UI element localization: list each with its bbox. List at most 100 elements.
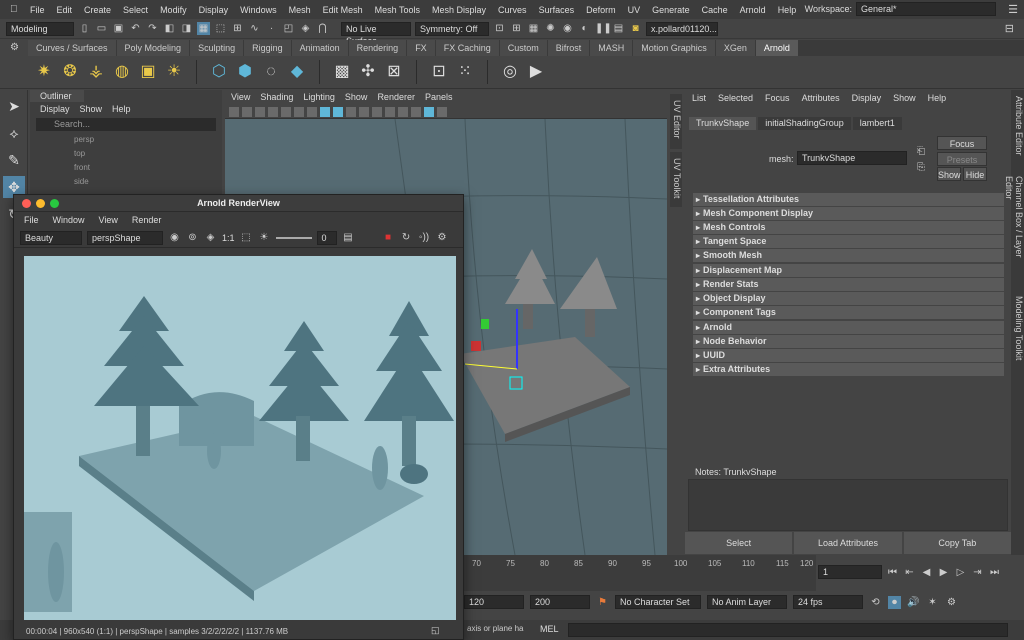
ae-menu-list[interactable]: List	[692, 90, 706, 106]
display-settings-icon[interactable]: ◉	[168, 231, 181, 244]
section-component-tags[interactable]: Component Tags	[693, 306, 1004, 319]
stop-render-icon[interactable]: ■	[382, 231, 395, 244]
flush-all-icon[interactable]: ⊠	[384, 62, 404, 82]
render-frame-icon[interactable]: ⊞	[510, 22, 523, 35]
snap-grid-icon[interactable]: ⊞	[231, 22, 244, 35]
step-forward-icon[interactable]: ▷	[954, 566, 967, 579]
go-to-end-icon[interactable]: ⏭	[988, 566, 1001, 579]
textured-icon[interactable]	[346, 106, 356, 117]
shelf-tab-poly-modeling[interactable]: Poly Modeling	[116, 40, 190, 56]
photometric-light-icon[interactable]: ⚶	[86, 62, 106, 82]
mel-label[interactable]: MEL	[540, 624, 559, 634]
outliner-menu-display[interactable]: Display	[40, 102, 70, 116]
menu-mesh-tools[interactable]: Mesh Tools	[369, 5, 426, 15]
refresh-render-icon[interactable]: ↻	[400, 231, 413, 244]
shelf-tab-animation[interactable]: Animation	[291, 40, 348, 56]
snapshot-icon[interactable]: ▤	[342, 231, 355, 244]
shelf-tab-custom[interactable]: Custom	[499, 40, 547, 56]
viewport-menu-view[interactable]: View	[231, 90, 250, 105]
uv-toolkit-tab[interactable]: UV Toolkit	[670, 152, 682, 207]
ae-menu-focus[interactable]: Focus	[765, 90, 790, 106]
ipr-wave-icon[interactable]: ◦))	[418, 231, 431, 244]
curve-collector-icon[interactable]: ◌	[261, 62, 281, 82]
load-attributes-button[interactable]: Load Attributes	[794, 532, 902, 554]
viewport-menu-lighting[interactable]: Lighting	[303, 90, 335, 105]
menu-mesh-display[interactable]: Mesh Display	[426, 5, 492, 15]
step-back-icon[interactable]: ◀	[920, 566, 933, 579]
select-object-icon[interactable]: ◨	[180, 22, 193, 35]
ae-menu-selected[interactable]: Selected	[718, 90, 753, 106]
shelf-tab-fx-caching[interactable]: FX Caching	[435, 40, 499, 56]
character-set-icon[interactable]: ⚑	[596, 596, 609, 609]
outliner-item-front[interactable]: front	[30, 161, 222, 175]
outliner-item-side[interactable]: side	[30, 175, 222, 189]
menu-modify[interactable]: Modify	[154, 5, 193, 15]
resolution-gate-icon[interactable]	[307, 106, 317, 117]
menu-generate[interactable]: Generate	[646, 5, 696, 15]
open-scene-icon[interactable]: ▭	[95, 22, 108, 35]
sound-icon[interactable]: 🔊	[907, 596, 920, 609]
render-view-icon[interactable]: ◎	[500, 62, 520, 82]
export-standin-icon[interactable]: ⬢	[235, 62, 255, 82]
area-light-icon[interactable]: ✷	[34, 62, 54, 82]
range-end-field[interactable]: 120	[464, 595, 524, 609]
viewport-menu-renderer[interactable]: Renderer	[377, 90, 415, 105]
mel-input[interactable]	[568, 623, 1008, 637]
loop-icon[interactable]: ⟲	[869, 596, 882, 609]
pause-icon[interactable]: ❚❚	[595, 22, 612, 35]
time-slider[interactable]: 70 75 80 85 90 95 100 105 110 115 120	[460, 555, 816, 591]
menu-mesh[interactable]: Mesh	[283, 5, 317, 15]
ae-menu-help[interactable]: Help	[928, 90, 947, 106]
shelf-tab-fx[interactable]: FX	[407, 40, 435, 56]
shelf-tab-arnold[interactable]: Arnold	[755, 40, 798, 56]
rv-menu-render[interactable]: Render	[132, 212, 162, 228]
preferences-icon[interactable]: ⚙	[945, 596, 958, 609]
section-tangent-space[interactable]: Tangent Space	[693, 235, 1004, 248]
section-arnold[interactable]: Arnold	[693, 321, 1004, 334]
character-set-dropdown[interactable]: No Character Set	[615, 595, 701, 609]
symmetry-dropdown[interactable]: Symmetry: Off	[415, 21, 489, 36]
go-to-start-icon[interactable]: ⏮	[886, 566, 899, 579]
paint-select-icon[interactable]: ✎	[3, 149, 25, 171]
wireframe-icon[interactable]	[320, 106, 330, 117]
bookmark-icon[interactable]	[255, 106, 265, 117]
arnold-render-icon[interactable]: ◐	[578, 22, 591, 35]
texture-manager-icon[interactable]: ⊡	[429, 62, 449, 82]
shelf-tab-mash[interactable]: MASH	[590, 40, 633, 56]
flush-textures-icon[interactable]: ▩	[332, 62, 352, 82]
resize-handle-icon[interactable]: ◱	[431, 625, 440, 636]
flush-lights-icon[interactable]: ✣	[358, 62, 378, 82]
select-button[interactable]: Select	[685, 532, 793, 554]
ambient-occlusion-icon[interactable]	[385, 106, 395, 117]
snap-point-icon[interactable]: ∙	[265, 22, 278, 35]
menu-cache[interactable]: Cache	[696, 5, 734, 15]
show-button[interactable]: Show	[937, 167, 961, 181]
snap-surface-icon[interactable]: ◈	[299, 22, 312, 35]
outliner-item-top[interactable]: top	[30, 147, 222, 161]
anim-end-field[interactable]: 200	[530, 595, 590, 609]
presets-button[interactable]: Presets	[937, 152, 987, 166]
antialiasing-icon[interactable]	[411, 106, 421, 117]
camera-attr-icon[interactable]	[242, 106, 252, 117]
ae-menu-show[interactable]: Show	[893, 90, 916, 106]
play-icon[interactable]: ▶	[937, 566, 950, 579]
toggle-panel-icon[interactable]: ▤	[612, 22, 625, 35]
section-extra-attributes[interactable]: Extra Attributes	[693, 363, 1004, 376]
shelf-tab-xgen[interactable]: XGen	[715, 40, 755, 56]
shelf-menu-icon[interactable]: ⚙	[10, 42, 19, 53]
workspace-dropdown[interactable]: General*	[856, 2, 996, 16]
image-plane-icon[interactable]	[268, 106, 278, 117]
attribute-editor-tab[interactable]: Attribute Editor	[1011, 90, 1024, 160]
outliner-search-input[interactable]: Search...	[36, 118, 216, 131]
shelf-tab-curves-surfaces[interactable]: Curves / Surfaces	[28, 40, 116, 56]
shelf-tab-bifrost[interactable]: Bifrost	[547, 40, 590, 56]
volume-icon[interactable]: ◆	[287, 62, 307, 82]
notes-textarea[interactable]	[688, 479, 1008, 531]
hypershade-icon[interactable]: ◉	[561, 22, 574, 35]
sidebar-toggle-icon[interactable]: ⊟	[1005, 22, 1014, 35]
renderview-settings-icon[interactable]: ⚙	[436, 231, 449, 244]
checker-icon[interactable]: ◈	[204, 231, 217, 244]
select-component-icon[interactable]: ▦	[197, 22, 210, 35]
focus-button[interactable]: Focus	[937, 136, 987, 150]
outliner-item-persp[interactable]: persp	[30, 133, 222, 147]
